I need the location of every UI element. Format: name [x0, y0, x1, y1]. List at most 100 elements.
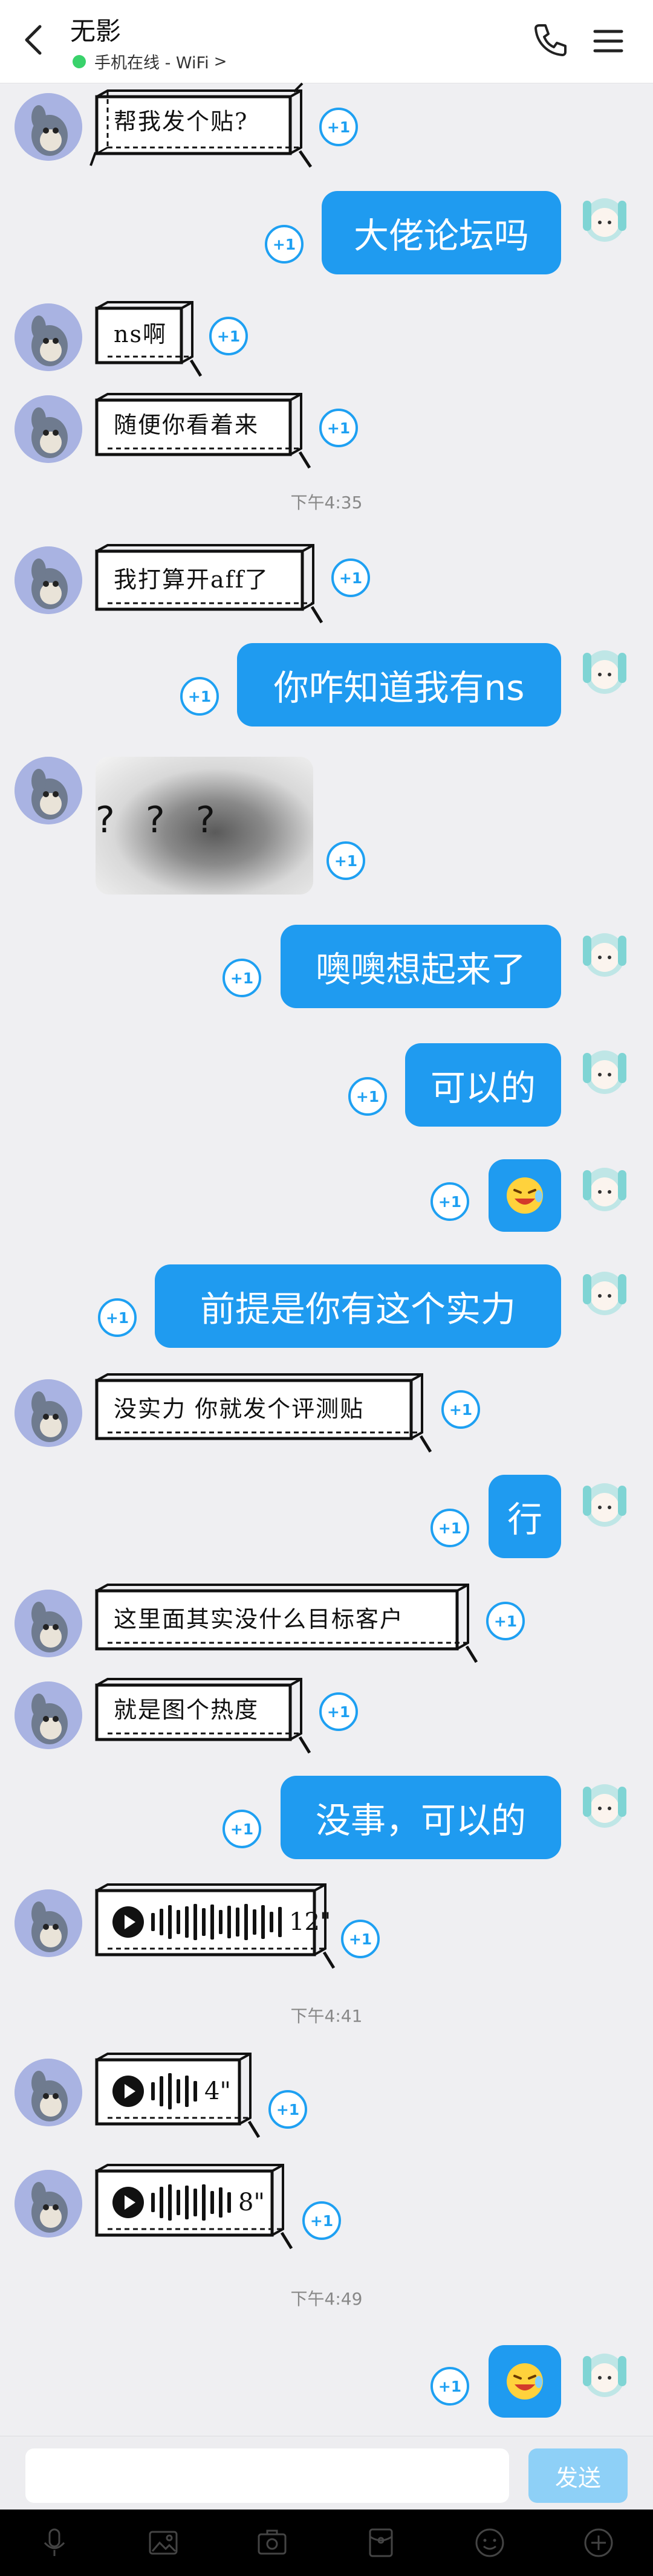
call-button[interactable]	[531, 21, 570, 59]
red-packet-button[interactable]	[362, 2523, 400, 2562]
message-bubble[interactable]: 没事，可以的	[281, 1776, 561, 1859]
voice-player: 4"	[112, 2073, 231, 2109]
waveform-icon	[151, 2073, 202, 2109]
voice-player: 8"	[112, 2184, 265, 2221]
red-packet-icon	[369, 2528, 393, 2557]
timestamp: 下午4:35	[290, 493, 363, 513]
my-avatar[interactable]	[571, 183, 638, 250]
message-input[interactable]	[25, 2448, 509, 2503]
message-bubble[interactable]: 大佬论坛吗	[322, 191, 561, 274]
my-avatar[interactable]	[571, 2338, 638, 2406]
voice-message[interactable]: 8"	[94, 2163, 294, 2253]
phone-icon	[534, 24, 567, 56]
plus-one-button[interactable]: +1	[341, 1920, 380, 1958]
message-bubble[interactable]: 噢噢想起来了	[281, 925, 561, 1008]
plus-one-button[interactable]: +1	[331, 558, 370, 597]
sticker-message[interactable]: 就是图个热度	[94, 1677, 312, 1758]
plus-one-button[interactable]: +1	[223, 959, 261, 997]
menu-button[interactable]	[590, 23, 626, 59]
contact-avatar[interactable]	[15, 1379, 82, 1447]
plus-one-button[interactable]: +1	[209, 317, 248, 355]
sticker-message[interactable]: 帮我发个贴?	[89, 82, 313, 172]
gallery-button[interactable]	[144, 2523, 183, 2562]
plus-one-button[interactable]: +1	[319, 108, 358, 146]
plus-one-button[interactable]: +1	[98, 1298, 137, 1337]
my-avatar[interactable]	[571, 917, 638, 985]
play-icon[interactable]	[112, 2076, 144, 2107]
my-avatar[interactable]	[571, 635, 638, 702]
emoji-message[interactable]	[489, 2345, 561, 2418]
chevron-left-icon	[25, 25, 42, 55]
plus-one-button[interactable]: +1	[430, 1182, 469, 1221]
back-button[interactable]	[17, 22, 53, 58]
contact-avatar[interactable]	[15, 1889, 82, 1957]
voice-duration: 4"	[204, 2077, 231, 2105]
my-avatar[interactable]	[571, 1256, 638, 1324]
sticker-message[interactable]: 随便你看着来	[94, 392, 312, 473]
plus-one-button[interactable]: +1	[302, 2201, 341, 2240]
plus-one-button[interactable]: +1	[319, 1692, 358, 1731]
contact-avatar[interactable]	[15, 2059, 82, 2126]
composer: 发送	[0, 2436, 653, 2510]
contact-name[interactable]: 无影	[70, 11, 121, 48]
more-button[interactable]	[579, 2523, 618, 2562]
contact-avatar[interactable]	[15, 93, 82, 161]
my-avatar[interactable]	[571, 1769, 638, 1836]
online-status-text: 手机在线 - WiFi	[94, 54, 209, 73]
voice-player: 12"	[112, 1904, 331, 1940]
image-icon	[149, 2531, 178, 2555]
contact-avatar[interactable]	[15, 546, 82, 614]
online-status[interactable]: 手机在线 - WiFi >	[73, 50, 227, 73]
sticker-message[interactable]: 我打算开aff了	[94, 543, 324, 627]
sticker-text: 帮我发个贴?	[114, 108, 249, 135]
send-button[interactable]: 发送	[528, 2448, 628, 2503]
laughing-emoji-icon	[507, 2363, 543, 2400]
plus-one-button[interactable]: +1	[326, 841, 365, 880]
voice-message[interactable]: 12"	[94, 1882, 336, 1973]
sticker-caption: ? ? ?	[96, 799, 225, 841]
sticker-text: 就是图个热度	[114, 1697, 259, 1723]
message-bubble[interactable]: 可以的	[405, 1043, 561, 1127]
image-sticker[interactable]: ? ? ?	[96, 757, 313, 895]
my-avatar[interactable]	[571, 1152, 638, 1220]
plus-one-button[interactable]: +1	[319, 409, 358, 447]
hamburger-icon	[593, 30, 623, 53]
message-bubble[interactable]: 你咋知道我有ns	[237, 643, 561, 727]
microphone-icon	[44, 2528, 65, 2556]
message-bubble[interactable]: 行	[489, 1475, 561, 1558]
input-toolbar	[0, 2510, 653, 2576]
contact-avatar[interactable]	[15, 395, 82, 463]
contact-avatar[interactable]	[15, 1681, 82, 1749]
sticker-message[interactable]: 这里面其实没什么目标客户	[94, 1582, 479, 1667]
emoji-message[interactable]	[489, 1159, 561, 1232]
contact-avatar[interactable]	[15, 303, 82, 371]
plus-one-button[interactable]: +1	[265, 225, 304, 264]
my-avatar[interactable]	[571, 1468, 638, 1535]
waveform-icon	[151, 1904, 287, 1940]
plus-one-button[interactable]: +1	[180, 677, 219, 716]
contact-avatar[interactable]	[15, 757, 82, 824]
play-icon[interactable]	[112, 2187, 144, 2218]
message-bubble[interactable]: 前提是你有这个实力	[155, 1264, 561, 1348]
voice-duration: 8"	[238, 2189, 265, 2216]
contact-avatar[interactable]	[15, 2170, 82, 2238]
plus-one-button[interactable]: +1	[486, 1602, 525, 1640]
play-icon[interactable]	[112, 1906, 144, 1938]
plus-one-button[interactable]: +1	[348, 1077, 387, 1116]
sticker-message[interactable]: 没实力 你就发个评测贴	[94, 1372, 433, 1457]
plus-one-button[interactable]: +1	[223, 1810, 261, 1848]
emoji-button[interactable]	[470, 2523, 509, 2562]
plus-one-button[interactable]: +1	[268, 2090, 307, 2129]
camera-button[interactable]	[253, 2523, 291, 2562]
plus-one-button[interactable]: +1	[430, 2367, 469, 2406]
waveform-icon	[151, 2184, 236, 2221]
voice-input-button[interactable]	[35, 2523, 74, 2562]
plus-one-button[interactable]: +1	[430, 1509, 469, 1547]
my-avatar[interactable]	[571, 1035, 638, 1102]
voice-message[interactable]: 4"	[94, 2051, 261, 2142]
plus-one-button[interactable]: +1	[441, 1390, 480, 1429]
contact-avatar[interactable]	[15, 1590, 82, 1657]
sticker-message[interactable]: ns啊	[94, 300, 203, 381]
plus-icon	[584, 2528, 613, 2557]
chat-header: 无影 手机在线 - WiFi >	[0, 0, 653, 83]
